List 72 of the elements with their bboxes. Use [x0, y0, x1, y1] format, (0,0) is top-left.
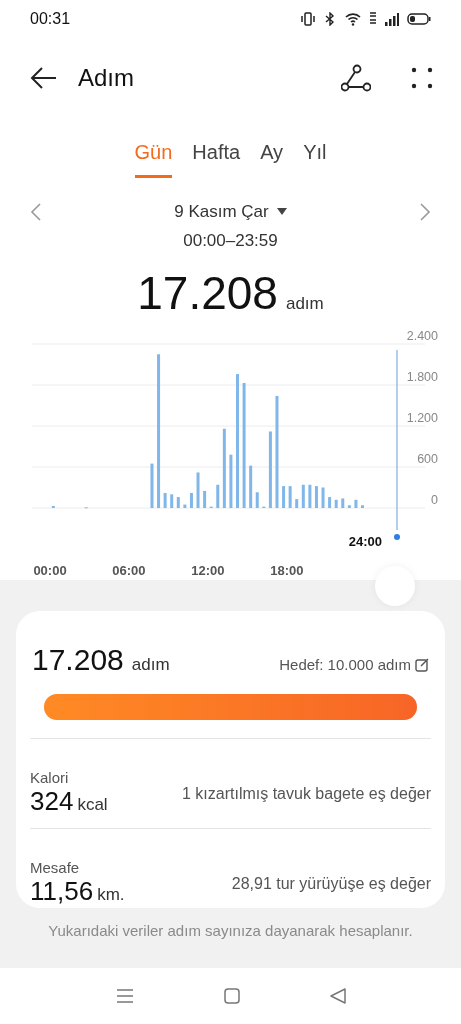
chart-bar — [216, 484, 220, 508]
period-tab[interactable]: Hafta — [192, 134, 241, 178]
vibrate-icon — [301, 12, 315, 26]
chart-bar — [176, 497, 180, 508]
step-count: 17.208 — [32, 642, 124, 678]
metric-value: 324 — [30, 786, 74, 816]
chart-bar — [170, 494, 174, 508]
metric-label: Mesafe — [30, 860, 81, 877]
chart-bar — [354, 499, 358, 508]
period-tab[interactable]: Ay — [260, 134, 284, 178]
chart-bar — [361, 505, 364, 508]
page-title: Adım — [78, 63, 134, 93]
chart-bar — [288, 486, 292, 508]
battery-icon — [407, 12, 431, 26]
y-tick-label: 0 — [431, 493, 438, 507]
metric-unit: kcal — [77, 793, 108, 816]
chart-bar — [51, 505, 55, 508]
step-unit: adım — [131, 654, 170, 676]
time-range: 00:00–23:59 — [182, 230, 279, 252]
previous-icon[interactable] — [30, 203, 42, 221]
date-selector[interactable]: 9 Kasım Çar — [174, 199, 287, 225]
cursor-time: 24:00 — [348, 534, 382, 549]
x-tick-label: 12:00 — [191, 563, 225, 578]
share-icon[interactable] — [341, 64, 371, 92]
wifi-icon — [345, 12, 361, 26]
y-tick-label: 1.200 — [406, 411, 438, 425]
menu-icon[interactable] — [115, 988, 134, 1004]
chart-bar — [328, 497, 332, 508]
chart-bar — [189, 492, 193, 508]
chart-bar — [255, 492, 259, 508]
chart-bar — [308, 484, 312, 508]
goal-label: Hedef: 10.000 adım — [279, 655, 411, 675]
signal-icon — [385, 12, 399, 26]
y-tick-label: 2.400 — [406, 330, 438, 343]
chart-bar — [341, 498, 345, 508]
chart-bar — [314, 486, 318, 508]
step-unit: adım — [285, 293, 324, 315]
step-total: 17.208 — [137, 270, 278, 316]
back-nav-icon[interactable] — [329, 988, 346, 1004]
x-tick-label: 00:00 — [33, 563, 67, 578]
chart-bar — [229, 454, 233, 508]
chart-bar — [295, 499, 299, 508]
x-tick-label: 06:00 — [112, 563, 146, 578]
footnote: Yukarıdaki veriler adım sayınıza dayanarak hesaplanır. — [47, 921, 414, 941]
chart-bar — [163, 492, 167, 508]
y-tick-label: 600 — [417, 452, 438, 466]
metric-equivalent: 1 kızartılmış tavuk bagete eş değer — [182, 783, 431, 804]
metric-value: 11,56 — [30, 876, 94, 906]
chart-bar — [301, 484, 305, 508]
chart-bar — [282, 486, 286, 508]
dropdown-icon — [276, 208, 287, 216]
chart-bar — [196, 472, 200, 508]
metric-unit: km. — [97, 883, 125, 906]
y-tick-label: 1.800 — [406, 370, 438, 384]
chart-bar — [183, 504, 187, 508]
more-icon[interactable] — [411, 67, 433, 89]
chart-bar — [321, 487, 325, 508]
status-time: 00:31 — [30, 9, 71, 29]
chart-bar — [150, 463, 154, 508]
metric-equivalent: 28,91 tur yürüyüşe eş değer — [231, 873, 431, 894]
chart-bar — [249, 465, 253, 508]
metric-label: Kalori — [30, 770, 70, 787]
period-tab[interactable]: Yıl — [303, 134, 327, 178]
next-icon[interactable] — [419, 203, 431, 221]
time-cursor[interactable] — [394, 349, 400, 540]
chart-bar — [347, 505, 351, 508]
back-icon[interactable] — [30, 66, 58, 90]
chart-bar — [334, 499, 338, 508]
x-tick-label: 18:00 — [270, 563, 304, 578]
home-icon[interactable] — [223, 988, 240, 1004]
edit-icon[interactable] — [415, 658, 429, 673]
chart-bar — [203, 490, 207, 508]
